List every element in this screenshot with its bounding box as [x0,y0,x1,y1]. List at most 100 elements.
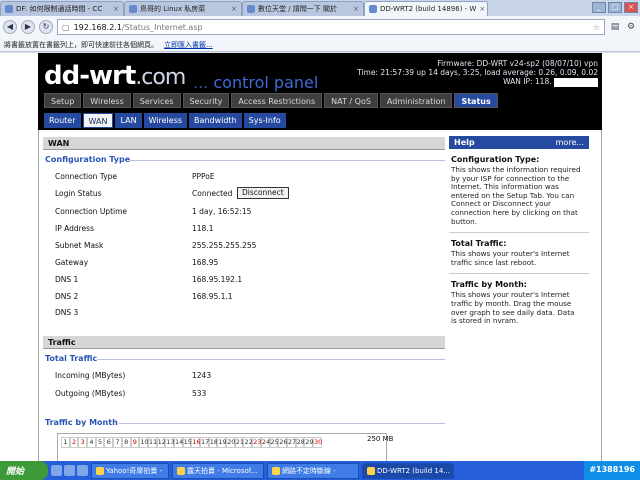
close-tab-icon[interactable]: × [479,5,485,13]
start-button[interactable]: 開始 [0,461,48,480]
day-cell[interactable]: 26 [278,437,287,448]
tab-security[interactable]: Security [182,93,230,108]
day-cell[interactable]: 14 [173,437,183,448]
tab-access-restrictions[interactable]: Access Restrictions [231,93,323,108]
reload-button[interactable]: ↻ [39,20,53,34]
main-tabs: Setup Wireless Services Security Access … [44,93,498,108]
system-tray: #1388196 [584,461,640,480]
day-cell[interactable]: 8 [121,437,131,448]
forward-button[interactable]: ▶ [21,20,35,34]
help-more-link[interactable]: more... [556,138,584,147]
page-icon: ▢ [62,22,70,32]
row-value: PPPoE [192,172,215,181]
day-cell[interactable]: 28 [295,437,305,448]
ie-icon[interactable] [64,465,75,476]
wan-ip-label: WAN IP: 118. [503,77,552,86]
browser-tab[interactable]: DF: 如何限制通話時間 - CC × [0,1,124,16]
close-tab-icon[interactable]: × [113,5,119,13]
browser-tab[interactable]: 鳥哥的 Linux 私房菜 × [124,1,242,16]
minimize-button[interactable]: _ [592,2,606,13]
browser-tab[interactable]: 數位天堂 / 請問一下 關於 × [242,1,364,16]
day-cell[interactable]: 20 [226,437,235,448]
day-cell[interactable]: 25 [269,437,279,448]
tab-wireless[interactable]: Wireless [83,93,131,108]
close-tab-icon[interactable]: × [231,5,237,13]
day-cell[interactable]: 6 [104,437,114,448]
day-cell[interactable]: 10 [139,437,148,448]
day-cell[interactable]: 2 [69,437,79,448]
sub-tabs: Router WAN LAN Wireless Bandwidth Sys-In… [44,113,286,128]
address-bar[interactable]: ▢ 192.168.2.1/Status_Internet.asp ☆ [57,19,605,35]
dns2-row: DNS 2 168.95.1.1 [55,292,445,304]
tab-nat-qos[interactable]: NAT / QoS [324,93,378,108]
taskbar-item-label: 露天拍賣 - Microsof... [187,466,258,475]
day-cell[interactable]: 13 [165,437,175,448]
taskbar-item[interactable]: 露天拍賣 - Microsof... [172,462,264,479]
import-bookmarks-link[interactable]: 立即匯入書籤... [164,41,213,49]
help-item-text: This shows your router's Internet traffi… [451,249,570,267]
row-label: Connection Uptime [55,207,128,216]
taskbar-item[interactable]: Yahoo!奇摩拍賣 - [91,462,169,479]
close-tab-icon[interactable]: × [353,5,359,13]
day-cell[interactable]: 7 [113,437,122,448]
subtab-router[interactable]: Router [44,113,81,128]
day-cell[interactable]: 30 [312,437,322,448]
favicon-icon [5,5,13,13]
logo-main: dd-wrt [44,61,136,91]
day-cell[interactable]: 24 [260,437,270,448]
help-item-title: Total Traffic: [451,239,507,249]
media-icon[interactable] [77,465,88,476]
day-cell[interactable]: 21 [234,437,244,448]
traffic-section-header: Traffic [43,336,445,349]
day-cell[interactable]: 16 [191,437,201,448]
row-value: 168.95 [192,258,219,267]
row-value: 533 [192,389,207,398]
desktop-icon[interactable] [51,465,62,476]
day-cell[interactable]: 12 [156,437,166,448]
subtab-wireless[interactable]: Wireless [143,113,188,128]
row-label: Outgoing (MBytes) [55,389,126,398]
day-cell[interactable]: 22 [243,437,253,448]
day-cell[interactable]: 9 [130,437,140,448]
tab-administration[interactable]: Administration [379,93,453,108]
row-label: DNS 1 [55,275,79,284]
day-cell[interactable]: 11 [147,437,157,448]
ip-address-row: IP Address 118.1 [55,224,445,236]
disconnect-button[interactable]: Disconnect [237,187,289,199]
day-cell[interactable]: 19 [217,437,227,448]
maximize-button[interactable]: □ [608,2,622,13]
day-cell[interactable]: 3 [78,437,88,448]
browser-tab-active[interactable]: DD-WRT2 (build 14896) - W × [364,1,488,16]
day-cell[interactable]: 17 [200,437,209,448]
window-controls: _ □ × [590,0,640,16]
day-cell[interactable]: 15 [182,437,192,448]
day-cell[interactable]: 27 [286,437,296,448]
day-cell[interactable]: 4 [87,437,96,448]
tab-setup[interactable]: Setup [44,93,82,108]
back-button[interactable]: ◀ [3,20,17,34]
legend-divider [129,160,445,161]
firmware-line: Firmware: DD-WRT v24-sp2 (08/07/10) vpn [437,59,598,68]
tab-status[interactable]: Status [454,93,498,108]
day-cell[interactable]: 5 [95,437,105,448]
browser-tab-label: 數位天堂 / 請問一下 關於 [258,5,338,13]
taskbar-item-active[interactable]: DD-WRT2 (build 14... [362,462,454,479]
row-label: Subnet Mask [55,241,104,250]
subtab-sys-info[interactable]: Sys-Info [243,113,286,128]
incoming-row: Incoming (MBytes) 1243 [55,371,445,383]
star-icon[interactable]: ☆ [593,23,600,32]
subtab-lan[interactable]: LAN [115,113,142,128]
close-window-button[interactable]: × [624,2,638,13]
tab-services[interactable]: Services [132,93,181,108]
day-cell[interactable]: 23 [252,437,261,448]
subtab-bandwidth[interactable]: Bandwidth [189,113,242,128]
day-cell[interactable]: 18 [208,437,218,448]
day-cell[interactable]: 29 [304,437,314,448]
wrench-icon[interactable]: ⚙ [625,21,637,33]
cpanel-prefix: ... [193,73,209,92]
row-label: DNS 3 [55,308,79,317]
subtab-wan[interactable]: WAN [82,113,114,128]
day-cell[interactable]: 1 [61,437,70,448]
page-menu-icon[interactable]: ▤ [609,21,621,33]
taskbar-item[interactable]: 網路不定時斷線 - [267,462,359,479]
